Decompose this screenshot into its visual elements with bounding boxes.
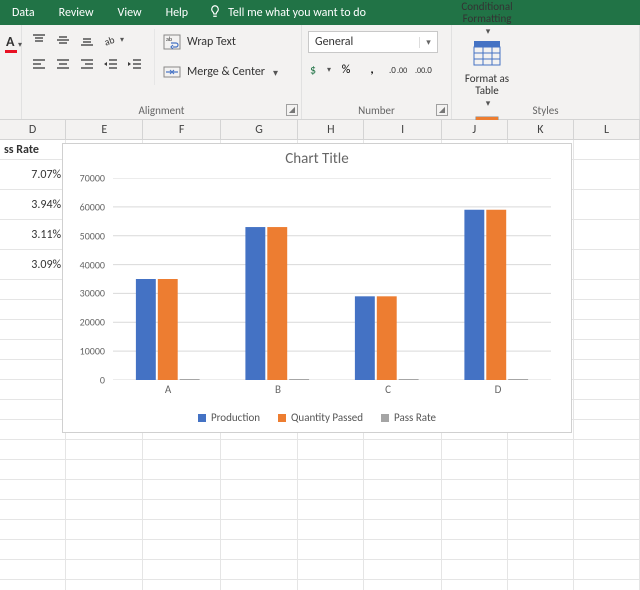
alignment-launcher[interactable]: ◢ xyxy=(286,104,298,116)
table-row[interactable] xyxy=(0,500,640,520)
menu-view[interactable]: View xyxy=(106,0,154,25)
number-group: General ▾ $▾ % , .0.00 .00.0 Number ◢ xyxy=(302,25,452,119)
chart-y-axis: 010000200003000040000500006000070000 xyxy=(63,178,109,380)
legend-item[interactable]: Pass Rate xyxy=(381,411,436,424)
percent-format-button[interactable]: % xyxy=(334,59,358,81)
alignment-group: ab▾ ab Wrap Text Merge & Center xyxy=(22,25,302,119)
col-header[interactable]: I xyxy=(364,120,441,139)
col-header[interactable]: L xyxy=(574,120,640,139)
styles-group: Conditional Formatting▾ Format as Table▾… xyxy=(452,25,640,119)
orientation-button[interactable]: ab▾ xyxy=(100,29,126,51)
table-row[interactable] xyxy=(0,580,640,590)
table-row[interactable] xyxy=(0,520,640,540)
number-launcher[interactable]: ◢ xyxy=(436,104,448,116)
cell[interactable]: ss Rate xyxy=(0,140,66,159)
chart-legend: Production Quantity Passed Pass Rate xyxy=(63,411,571,424)
table-row[interactable] xyxy=(0,480,640,500)
format-as-table-button[interactable]: Format as Table▾ xyxy=(458,35,516,105)
svg-text:.00: .00 xyxy=(397,66,407,76)
font-color-button[interactable]: A ▾ xyxy=(2,29,24,61)
align-middle-button[interactable] xyxy=(52,29,74,51)
embedded-chart[interactable]: Chart Title 0100002000030000400005000060… xyxy=(62,143,572,433)
decrease-indent-button[interactable] xyxy=(100,53,122,75)
tell-me[interactable]: Tell me what you want to do xyxy=(200,4,366,22)
align-bottom-button[interactable] xyxy=(76,29,98,51)
col-header[interactable]: G xyxy=(221,120,298,139)
merge-center-label: Merge & Center xyxy=(187,65,265,79)
wrap-text-label: Wrap Text xyxy=(187,35,236,49)
svg-text:.0: .0 xyxy=(389,65,396,76)
col-header[interactable]: E xyxy=(66,120,143,139)
cell[interactable]: 3.09% xyxy=(0,250,66,279)
format-as-table-icon xyxy=(470,37,504,69)
col-header[interactable]: F xyxy=(143,120,220,139)
col-header[interactable]: H xyxy=(298,120,364,139)
merge-center-icon xyxy=(163,63,181,81)
ribbon: A ▾ ab▾ xyxy=(0,25,640,120)
chart-title[interactable]: Chart Title xyxy=(63,144,571,170)
column-headers: D E F G H I J K L xyxy=(0,120,640,140)
format-as-table-label: Format as Table xyxy=(458,73,516,97)
alignment-group-label: Alignment xyxy=(22,104,301,117)
font-group: A ▾ xyxy=(0,25,22,119)
menu-bar: Data Review View Help Tell me what you w… xyxy=(0,0,640,25)
chevron-down-icon: ▾ xyxy=(273,66,278,79)
svg-text:ab: ab xyxy=(166,35,172,43)
number-group-label: Number xyxy=(302,104,451,117)
wrap-text-icon: ab xyxy=(163,33,181,51)
decrease-decimal-button[interactable]: .00.0 xyxy=(412,59,436,81)
number-format-dropdown[interactable]: General ▾ xyxy=(308,31,438,53)
align-center-button[interactable] xyxy=(52,53,74,75)
conditional-formatting-label: Conditional Formatting xyxy=(458,1,516,25)
wrap-text-button[interactable]: ab Wrap Text xyxy=(159,29,282,55)
col-header[interactable]: J xyxy=(442,120,508,139)
svg-text:$: $ xyxy=(310,64,316,78)
lightbulb-icon xyxy=(208,4,222,22)
chart-plot-area xyxy=(113,178,551,380)
cell[interactable]: 3.11% xyxy=(0,220,66,249)
comma-format-button[interactable]: , xyxy=(360,59,384,81)
conditional-formatting-button[interactable]: Conditional Formatting▾ xyxy=(458,0,516,33)
merge-center-button[interactable]: Merge & Center ▾ xyxy=(159,59,282,85)
legend-item[interactable]: Quantity Passed xyxy=(278,411,363,424)
increase-decimal-button[interactable]: .0.00 xyxy=(386,59,410,81)
increase-indent-button[interactable] xyxy=(124,53,146,75)
col-header[interactable]: D xyxy=(0,120,66,139)
align-left-button[interactable] xyxy=(28,53,50,75)
svg-text:.0: .0 xyxy=(425,65,432,76)
menu-review[interactable]: Review xyxy=(47,0,106,25)
menu-help[interactable]: Help xyxy=(154,0,201,25)
styles-group-label: Styles xyxy=(452,104,639,117)
tell-me-label: Tell me what you want to do xyxy=(228,6,366,20)
col-header[interactable]: K xyxy=(508,120,574,139)
table-row[interactable] xyxy=(0,540,640,560)
chevron-down-icon: ▾ xyxy=(419,37,437,48)
cell[interactable]: 7.07% xyxy=(0,160,66,189)
worksheet[interactable]: D E F G H I J K L ss Rate 7.07% 3.94% 3.… xyxy=(0,120,640,590)
table-row[interactable] xyxy=(0,440,640,460)
align-top-button[interactable] xyxy=(28,29,50,51)
table-row[interactable] xyxy=(0,560,640,580)
cell[interactable]: 3.94% xyxy=(0,190,66,219)
svg-text:.00: .00 xyxy=(415,66,425,76)
align-right-button[interactable] xyxy=(76,53,98,75)
number-format-value: General xyxy=(309,35,419,49)
svg-text:ab: ab xyxy=(102,33,116,48)
table-row[interactable] xyxy=(0,460,640,480)
menu-data[interactable]: Data xyxy=(0,0,47,25)
legend-item[interactable]: Production xyxy=(198,411,260,424)
accounting-format-button[interactable]: $▾ xyxy=(308,59,332,81)
